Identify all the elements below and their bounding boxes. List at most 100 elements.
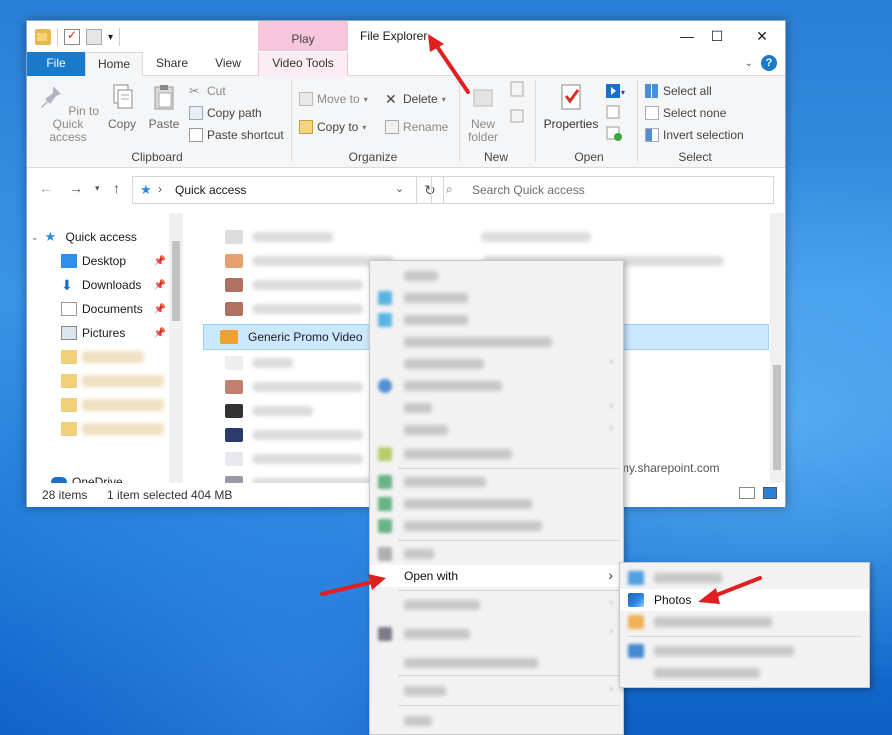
menu-item[interactable]: › <box>370 680 623 702</box>
open-icon[interactable]: ▾ <box>604 82 626 100</box>
properties-button[interactable]: Properties <box>543 82 599 131</box>
select-none-button[interactable]: Select none <box>645 104 726 122</box>
list-item[interactable] <box>197 225 769 249</box>
group-divider <box>637 80 638 162</box>
folder-icon[interactable] <box>35 29 51 45</box>
menu-item[interactable] <box>370 493 623 515</box>
menu-item[interactable] <box>370 309 623 331</box>
menu-item[interactable] <box>620 611 869 633</box>
forward-arrow-icon[interactable]: → <box>69 180 83 196</box>
chevron-right-icon: › <box>609 597 613 609</box>
sidebar-item-quick-access[interactable]: ⌄ ★ Quick access <box>27 225 170 249</box>
menu-item[interactable] <box>620 640 869 662</box>
menu-item[interactable] <box>370 443 623 465</box>
menu-item[interactable] <box>370 287 623 309</box>
scrollbar-thumb[interactable] <box>773 365 781 470</box>
menu-item[interactable]: › <box>370 419 623 441</box>
menu-item[interactable] <box>370 652 623 674</box>
help-icon[interactable]: ? <box>761 55 777 71</box>
rename-button[interactable]: Rename <box>385 118 448 136</box>
select-all-button[interactable]: Select all <box>645 82 712 100</box>
menu-item[interactable] <box>370 265 623 287</box>
chevron-down-icon[interactable]: ⌄ <box>745 58 753 69</box>
copy-to-button[interactable]: Copy to ▾ <box>299 118 366 136</box>
tab-video-tools[interactable]: Video Tools <box>258 52 348 76</box>
minimize-button[interactable]: — <box>672 25 702 47</box>
sidebar-item-downloads[interactable]: ⬇ Downloads 📌 <box>27 273 170 297</box>
scan-icon <box>378 475 392 489</box>
recent-locations-icon[interactable]: ▾ <box>95 183 100 194</box>
properties-icon[interactable] <box>64 28 80 45</box>
history-icon[interactable] <box>604 124 626 142</box>
back-arrow-icon[interactable]: ← <box>39 180 53 196</box>
tab-file[interactable]: File <box>27 52 85 76</box>
tab-home[interactable]: Home <box>85 52 143 77</box>
new-item-button[interactable] <box>505 80 531 132</box>
menu-item[interactable] <box>370 471 623 493</box>
star-icon: ★ <box>44 229 57 244</box>
new-folder-icon[interactable] <box>86 29 102 45</box>
sidebar-item-documents[interactable]: Documents 📌 <box>27 297 170 321</box>
menu-item[interactable] <box>370 515 623 537</box>
chevron-down-icon: ▾ <box>362 122 367 132</box>
edit-icon[interactable] <box>604 103 626 121</box>
menu-item[interactable]: › <box>370 353 623 375</box>
sidebar-item-pictures[interactable]: Pictures 📌 <box>27 321 170 345</box>
annotation-arrow-photos <box>698 576 762 604</box>
nav-scrollbar[interactable] <box>169 213 183 483</box>
file-icon <box>225 302 243 316</box>
menu-item[interactable]: › <box>370 623 623 645</box>
maximize-button[interactable]: ☐ <box>702 25 732 47</box>
blurred-label <box>404 629 470 639</box>
chevron-down-icon[interactable]: ⌄ <box>395 182 404 195</box>
menu-item[interactable] <box>370 710 623 732</box>
cloud-icon <box>378 379 392 393</box>
move-to-button[interactable]: Move to ▾ <box>299 90 368 108</box>
address-path: Quick access <box>175 183 247 197</box>
paste-shortcut-button[interactable]: Paste shortcut <box>189 126 284 144</box>
chevron-right-icon[interactable]: › <box>158 182 162 196</box>
close-button[interactable]: ✕ <box>747 25 777 47</box>
copy-path-button[interactable]: Copy path <box>189 104 262 122</box>
skype-icon <box>378 313 392 327</box>
menu-item[interactable]: › <box>370 397 623 419</box>
tab-view[interactable]: View <box>205 52 251 76</box>
blurred-label <box>404 521 542 531</box>
address-bar[interactable]: ★ › Quick access ⌄ <box>132 176 417 204</box>
scrollbar-thumb[interactable] <box>172 241 180 321</box>
sidebar-item-blurred-folder[interactable] <box>27 369 170 393</box>
menu-item[interactable] <box>620 662 869 684</box>
up-arrow-icon[interactable]: ↑ <box>113 180 120 196</box>
cut-button[interactable]: ✂ Cut <box>189 82 226 100</box>
invert-selection-button[interactable]: Invert selection <box>645 126 744 144</box>
pin-icon: 📌 <box>153 255 166 267</box>
large-icons-view-icon[interactable] <box>763 487 777 499</box>
customize-toolbar-icon[interactable]: ▾ <box>108 32 113 43</box>
sidebar-item-blurred-folder[interactable] <box>27 345 170 369</box>
menu-item[interactable]: › <box>370 594 623 616</box>
details-view-icon[interactable] <box>739 487 755 499</box>
menu-item[interactable] <box>370 331 623 353</box>
open-with-menu-item[interactable]: Open with › <box>370 565 623 587</box>
blurred-label <box>253 304 363 314</box>
chevron-down-icon[interactable]: ⌄ <box>31 232 39 243</box>
file-list-scrollbar[interactable] <box>770 213 784 483</box>
blurred-label <box>253 406 313 416</box>
folder-icon <box>61 422 77 436</box>
sidebar-item-blurred-folder[interactable] <box>27 393 170 417</box>
sidebar-item-desktop[interactable]: Desktop 📌 <box>27 249 170 273</box>
copy-button[interactable]: Copy <box>105 82 139 131</box>
menu-divider <box>398 590 620 591</box>
menu-item[interactable] <box>370 375 623 397</box>
pin-to-quick-access-button[interactable]: Pin to Quick access <box>35 82 101 144</box>
search-input[interactable]: ⌕ Search Quick access <box>431 176 774 204</box>
sidebar-item-blurred-folder[interactable] <box>27 417 170 441</box>
blurred-label <box>82 375 164 387</box>
paste-button[interactable]: Paste <box>145 82 183 131</box>
app-icon <box>378 627 392 641</box>
tab-share[interactable]: Share <box>147 52 197 76</box>
blurred-label <box>654 646 794 656</box>
menu-item[interactable] <box>370 543 623 565</box>
easy-access-icon <box>510 109 524 123</box>
properties-icon <box>561 84 581 110</box>
